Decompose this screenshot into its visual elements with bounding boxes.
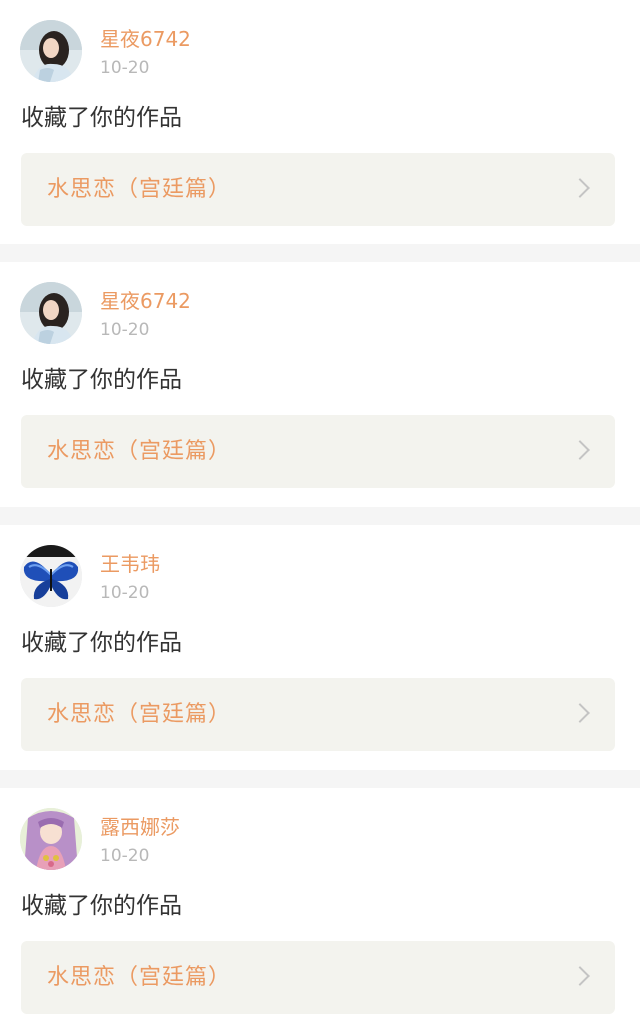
- username[interactable]: 星夜6742: [100, 26, 191, 52]
- user-row: 星夜6742 10-20: [20, 282, 620, 344]
- work-title: 水思恋（宫廷篇）: [47, 965, 232, 990]
- user-row: 王韦玮 10-20: [20, 545, 620, 607]
- work-link[interactable]: 水思恋（宫廷篇）: [21, 153, 615, 226]
- date-label: 10-20: [100, 583, 150, 603]
- notification-feed: 星夜6742 10-20 收藏了你的作品 水思恋（宫廷篇） 星夜6742 10-…: [0, 0, 640, 1026]
- date-label: 10-20: [100, 320, 150, 340]
- chevron-right-icon: [570, 440, 590, 460]
- work-link[interactable]: 水思恋（宫廷篇）: [21, 678, 615, 751]
- date-label: 10-20: [100, 58, 150, 78]
- blue-butterfly-avatar-icon[interactable]: [20, 545, 82, 607]
- chevron-right-icon: [570, 703, 590, 723]
- notification-card: 星夜6742 10-20 收藏了你的作品 水思恋（宫廷篇）: [0, 0, 640, 244]
- date-label: 10-20: [100, 846, 150, 866]
- action-text: 收藏了你的作品: [21, 367, 182, 393]
- notification-card: 露西娜莎 10-20 收藏了你的作品 水思恋（宫廷篇）: [0, 788, 640, 1026]
- username[interactable]: 王韦玮: [100, 551, 160, 577]
- user-row: 星夜6742 10-20: [20, 20, 620, 82]
- anime-princess-avatar-icon[interactable]: [20, 808, 82, 870]
- chevron-right-icon: [570, 966, 590, 986]
- action-text: 收藏了你的作品: [21, 630, 182, 656]
- action-text: 收藏了你的作品: [21, 105, 182, 131]
- username[interactable]: 星夜6742: [100, 288, 191, 314]
- user-row: 露西娜莎 10-20: [20, 808, 620, 870]
- notification-card: 星夜6742 10-20 收藏了你的作品 水思恋（宫廷篇）: [0, 262, 640, 507]
- work-title: 水思恋（宫廷篇）: [47, 439, 232, 464]
- work-link[interactable]: 水思恋（宫廷篇）: [21, 941, 615, 1014]
- notification-card: 王韦玮 10-20 收藏了你的作品 水思恋（宫廷篇）: [0, 525, 640, 770]
- chevron-right-icon: [570, 178, 590, 198]
- username[interactable]: 露西娜莎: [100, 814, 180, 840]
- girl-portrait-avatar-icon[interactable]: [20, 20, 82, 82]
- work-title: 水思恋（宫廷篇）: [47, 702, 232, 727]
- work-title: 水思恋（宫廷篇）: [47, 177, 232, 202]
- girl-portrait-avatar-icon[interactable]: [20, 282, 82, 344]
- action-text: 收藏了你的作品: [21, 893, 182, 919]
- work-link[interactable]: 水思恋（宫廷篇）: [21, 415, 615, 488]
